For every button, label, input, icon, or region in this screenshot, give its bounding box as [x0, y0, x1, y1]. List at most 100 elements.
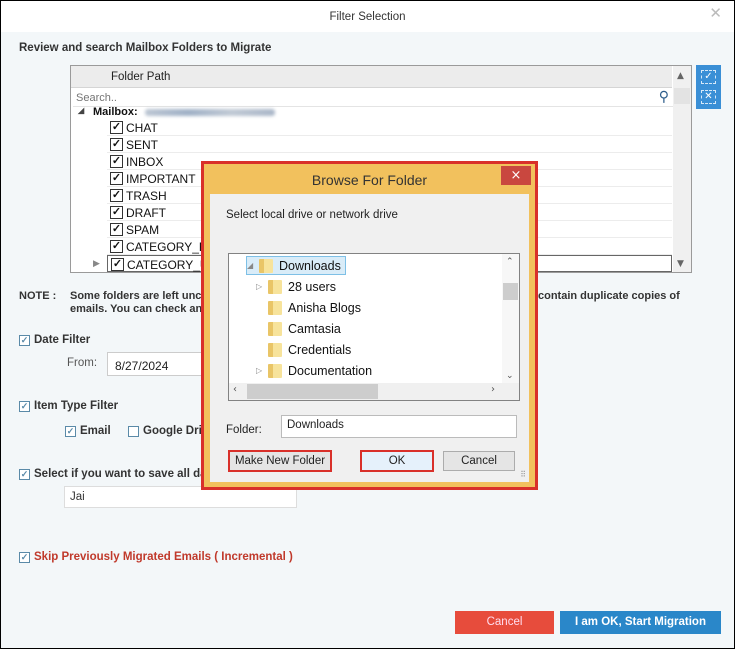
item-type-filter-label: Item Type Filter	[34, 400, 119, 412]
folder-icon	[268, 279, 282, 294]
scroll-down-icon[interactable]: ▼	[677, 259, 684, 269]
tree-item[interactable]: Camtasia	[256, 319, 341, 338]
folder-icon	[268, 342, 282, 357]
expand-triangle-icon[interactable]: ▶	[93, 259, 100, 269]
folder-search-input[interactable]	[76, 90, 646, 106]
folder-name: SPAM	[126, 223, 160, 237]
scroll-up-icon[interactable]: ▲	[677, 71, 684, 81]
save-data-label: Select if you want to save all dat	[34, 468, 211, 480]
folder-checkbox[interactable]: ✓	[110, 172, 123, 185]
folder-tree: ◢ Downloads ▷ 28 users Anisha Blogs Camtasia C…	[228, 253, 520, 401]
collapse-triangle-icon[interactable]: ◢	[78, 106, 84, 115]
grid-vertical-scrollbar[interactable]: ▲ ▼	[673, 66, 691, 272]
tree-item[interactable]: ◢ Downloads	[246, 256, 346, 275]
tree-item[interactable]: Credentials	[256, 340, 351, 359]
folders-heading: Review and search Mailbox Folders to Mig…	[19, 42, 272, 54]
checkbox-checked-icon[interactable]: ✓	[19, 468, 30, 480]
select-all-icon[interactable]: ✓	[701, 70, 716, 84]
close-icon[interactable]: ✕	[709, 4, 722, 22]
tree-vertical-scrollbar[interactable]: ⌃ ⌄	[502, 254, 519, 383]
tree-item[interactable]: Anisha Blogs	[256, 298, 361, 317]
scroll-right-icon[interactable]: ›	[491, 384, 495, 395]
item-type-filter-checkbox[interactable]: ✓ Item Type Filter	[19, 400, 118, 412]
folder-name: TRASH	[126, 189, 167, 203]
tree-item-label: Camtasia	[288, 321, 341, 336]
folder-name: SENT	[126, 138, 159, 152]
folder-icon	[268, 321, 282, 336]
scroll-down-icon[interactable]: ⌄	[506, 371, 514, 381]
tree-item[interactable]: ▷ 28 users	[256, 277, 336, 296]
email-label: Email	[80, 425, 111, 437]
folder-icon	[259, 258, 273, 273]
folder-checkbox[interactable]: ✓	[110, 206, 123, 219]
ok-button[interactable]: OK	[360, 450, 434, 472]
folder-name: CATEGORY_U	[127, 258, 209, 272]
tree-item-label: 28 users	[288, 279, 336, 294]
expand-triangle-icon[interactable]: ▷	[256, 282, 266, 291]
note-label: NOTE :	[19, 290, 57, 302]
google-drive-checkbox[interactable]: Google Driv	[128, 425, 208, 437]
checkbox-checked-icon[interactable]: ✓	[19, 334, 30, 346]
incremental-checkbox[interactable]: ✓ Skip Previously Migrated Emails ( Incr…	[19, 551, 293, 563]
checkbox-checked-icon[interactable]: ✓	[19, 551, 30, 563]
tree-item-label: Credentials	[288, 342, 352, 357]
tree-item[interactable]: ▷ Documentation	[256, 361, 372, 380]
date-filter-checkbox[interactable]: ✓ Date Filter	[19, 334, 90, 346]
window-title: Filter Selection	[329, 11, 406, 23]
selection-buttons: ✓ ✕	[696, 65, 721, 109]
folder-row[interactable]: ✓ CHAT	[107, 119, 672, 136]
from-label: From:	[67, 357, 98, 369]
make-new-folder-button[interactable]: Make New Folder	[228, 450, 332, 472]
email-checkbox[interactable]: ✓ Email	[65, 425, 111, 437]
checkbox-unchecked-icon[interactable]	[128, 425, 139, 437]
folder-checkbox[interactable]: ✓	[110, 189, 123, 202]
tree-item-label: Downloads	[279, 258, 341, 273]
expand-triangle-icon[interactable]: ▷	[256, 366, 266, 375]
folder-checkbox[interactable]: ✓	[110, 121, 123, 134]
save-data-checkbox[interactable]: ✓ Select if you want to save all dat	[19, 468, 210, 480]
dialog-title: Browse For Folder	[311, 172, 428, 188]
collapse-triangle-icon[interactable]: ◢	[247, 261, 257, 270]
dialog-cancel-button[interactable]: Cancel	[443, 451, 515, 471]
mailbox-node[interactable]: ◢ Mailbox:	[73, 106, 671, 119]
scroll-up-icon[interactable]: ⌃	[506, 257, 514, 267]
checkbox-checked-icon[interactable]: ✓	[65, 425, 76, 437]
tree-horizontal-scrollbar[interactable]: ‹ ›	[229, 383, 519, 400]
folder-name: DRAFT	[126, 206, 166, 220]
folder-name: CHAT	[126, 121, 158, 135]
note-line1-left: Some folders are left unc	[70, 290, 202, 302]
incremental-label: Skip Previously Migrated Emails ( Increm…	[34, 551, 293, 563]
start-migration-button[interactable]: I am OK, Start Migration	[560, 611, 721, 634]
note-line1-right: contain duplicate copies of	[538, 290, 680, 302]
folder-checkbox[interactable]: ✓	[110, 155, 123, 168]
folder-checkbox[interactable]: ✓	[110, 240, 123, 253]
grid-search-row: ⚲	[73, 89, 673, 107]
folder-name-input[interactable]: Downloads	[281, 415, 517, 438]
cancel-button[interactable]: Cancel	[455, 611, 554, 634]
column-header-folder-path[interactable]: Folder Path	[111, 71, 170, 83]
filter-selection-window: Filter Selection ✕ Review and search Mai…	[0, 0, 735, 649]
folder-row[interactable]: ✓ SENT	[107, 136, 672, 153]
tree-scroll-thumb[interactable]	[503, 283, 518, 300]
dialog-close-button[interactable]: ×	[501, 166, 531, 185]
browse-for-folder-dialog: Browse For Folder × Select local drive o…	[201, 161, 538, 490]
tree-item-label: Documentation	[288, 363, 373, 378]
search-icon[interactable]: ⚲	[659, 89, 669, 105]
mailbox-address-redacted	[145, 109, 275, 116]
tree-item-label: Anisha Blogs	[288, 300, 361, 315]
checkbox-checked-icon[interactable]: ✓	[19, 400, 30, 412]
folder-checkbox[interactable]: ✓	[110, 138, 123, 151]
from-date-input[interactable]: 8/27/2024	[107, 352, 207, 376]
grid-header: Folder Path	[71, 66, 672, 88]
folder-checkbox[interactable]: ✓	[111, 258, 124, 271]
scroll-thumb[interactable]	[674, 88, 690, 104]
tree-hscroll-thumb[interactable]	[247, 384, 378, 399]
scroll-left-icon[interactable]: ‹	[233, 384, 237, 395]
folder-checkbox[interactable]: ✓	[110, 223, 123, 236]
deselect-all-icon[interactable]: ✕	[701, 90, 716, 104]
folder-icon	[268, 363, 282, 378]
dialog-body: Select local drive or network drive ◢ Dow…	[210, 194, 529, 482]
resize-grip-icon[interactable]: ⠿	[520, 470, 526, 479]
mailbox-label: Mailbox:	[93, 106, 138, 118]
folder-label: Folder:	[226, 424, 262, 436]
